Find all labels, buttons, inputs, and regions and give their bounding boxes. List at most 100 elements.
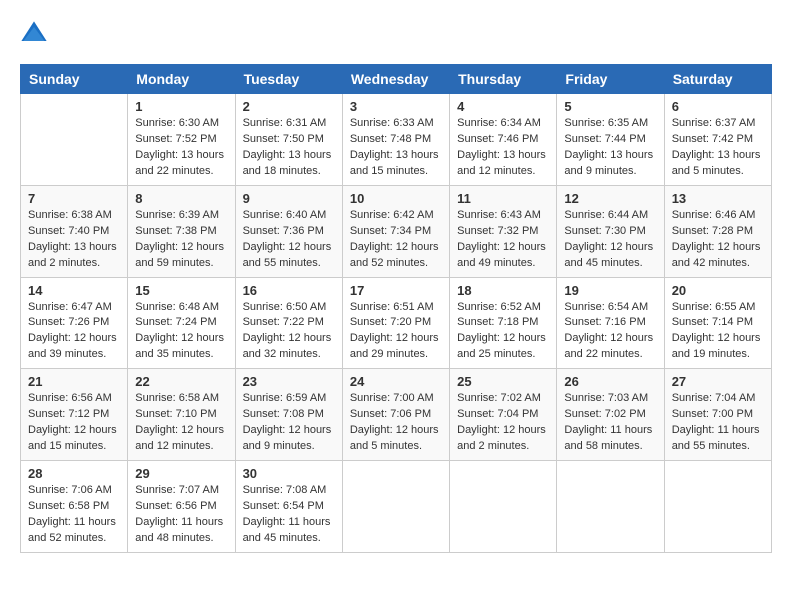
calendar-cell: 12Sunrise: 6:44 AM Sunset: 7:30 PM Dayli…: [557, 185, 664, 277]
day-info: Sunrise: 6:38 AM Sunset: 7:40 PM Dayligh…: [28, 208, 120, 272]
day-info: Sunrise: 6:33 AM Sunset: 7:48 PM Dayligh…: [350, 116, 442, 180]
week-row-1: 7Sunrise: 6:38 AM Sunset: 7:40 PM Daylig…: [21, 185, 772, 277]
week-row-2: 14 Sunrise: 6:47 AM Sunset: 7:26 PM Dayli…: [21, 277, 772, 369]
calendar-cell: 2Sunrise: 6:31 AM Sunset: 7:50 PM Daylig…: [235, 94, 342, 186]
calendar-cell: 17 Sunrise: 6:51 AM Sunset: 7:20 PM Dayli…: [342, 277, 449, 369]
day-info: Sunrise: 7:06 AM Sunset: 6:58 PM Dayligh…: [28, 483, 120, 547]
calendar-cell: [450, 461, 557, 553]
calendar-cell: [21, 94, 128, 186]
day-number: 10: [350, 191, 442, 206]
week-row-3: 21Sunrise: 6:56 AM Sunset: 7:12 PM Dayli…: [21, 369, 772, 461]
day-number: 24: [350, 374, 442, 389]
calendar-cell: 20 Sunrise: 6:55 AM Sunset: 7:14 PM Dayli…: [664, 277, 771, 369]
day-info: Sunrise: 6:30 AM Sunset: 7:52 PM Dayligh…: [135, 116, 227, 180]
calendar-cell: 29 Sunrise: 7:07 AM Sunset: 6:56 PM Dayli…: [128, 461, 235, 553]
day-info: Sunrise: 6:43 AM Sunset: 7:32 PM Dayligh…: [457, 208, 549, 272]
day-info: Sunrise: 6:54 AM Sunset: 7:16 PM Dayligh…: [564, 300, 656, 364]
calendar-cell: 1 Sunrise: 6:30 AM Sunset: 7:52 PM Daylig…: [128, 94, 235, 186]
day-number: 1: [135, 99, 227, 114]
calendar-cell: 18 Sunrise: 6:52 AM Sunset: 7:18 PM Dayli…: [450, 277, 557, 369]
calendar-cell: 10 Sunrise: 6:42 AM Sunset: 7:34 PM Dayli…: [342, 185, 449, 277]
day-number: 8: [135, 191, 227, 206]
day-info: Sunrise: 6:34 AM Sunset: 7:46 PM Dayligh…: [457, 116, 549, 180]
day-info: Sunrise: 6:48 AM Sunset: 7:24 PM Dayligh…: [135, 300, 227, 364]
day-number: 17: [350, 283, 442, 298]
calendar-cell: 15 Sunrise: 6:48 AM Sunset: 7:24 PM Dayli…: [128, 277, 235, 369]
day-number: 18: [457, 283, 549, 298]
calendar-cell: 13Sunrise: 6:46 AM Sunset: 7:28 PM Dayli…: [664, 185, 771, 277]
calendar-cell: 22 Sunrise: 6:58 AM Sunset: 7:10 PM Dayli…: [128, 369, 235, 461]
day-number: 19: [564, 283, 656, 298]
day-info: Sunrise: 6:50 AM Sunset: 7:22 PM Dayligh…: [243, 300, 335, 364]
day-number: 22: [135, 374, 227, 389]
calendar-cell: [664, 461, 771, 553]
calendar-cell: 30 Sunrise: 7:08 AM Sunset: 6:54 PM Dayli…: [235, 461, 342, 553]
calendar-cell: 23 Sunrise: 6:59 AM Sunset: 7:08 PM Dayli…: [235, 369, 342, 461]
week-row-0: 1 Sunrise: 6:30 AM Sunset: 7:52 PM Daylig…: [21, 94, 772, 186]
calendar-cell: [557, 461, 664, 553]
day-number: 29: [135, 466, 227, 481]
day-number: 16: [243, 283, 335, 298]
day-info: Sunrise: 6:47 AM Sunset: 7:26 PM Dayligh…: [28, 300, 120, 364]
day-info: Sunrise: 7:07 AM Sunset: 6:56 PM Dayligh…: [135, 483, 227, 547]
day-number: 23: [243, 374, 335, 389]
logo: [20, 20, 52, 48]
day-number: 9: [243, 191, 335, 206]
day-info: Sunrise: 7:00 AM Sunset: 7:06 PM Dayligh…: [350, 391, 442, 455]
day-info: Sunrise: 7:03 AM Sunset: 7:02 PM Dayligh…: [564, 391, 656, 455]
calendar-cell: 21Sunrise: 6:56 AM Sunset: 7:12 PM Dayli…: [21, 369, 128, 461]
calendar-cell: 5Sunrise: 6:35 AM Sunset: 7:44 PM Daylig…: [557, 94, 664, 186]
calendar-cell: 26 Sunrise: 7:03 AM Sunset: 7:02 PM Dayli…: [557, 369, 664, 461]
day-info: Sunrise: 6:52 AM Sunset: 7:18 PM Dayligh…: [457, 300, 549, 364]
day-number: 3: [350, 99, 442, 114]
day-number: 4: [457, 99, 549, 114]
calendar-cell: 8 Sunrise: 6:39 AM Sunset: 7:38 PM Daylig…: [128, 185, 235, 277]
week-row-4: 28 Sunrise: 7:06 AM Sunset: 6:58 PM Dayli…: [21, 461, 772, 553]
header-day-thursday: Thursday: [450, 65, 557, 94]
header-day-saturday: Saturday: [664, 65, 771, 94]
calendar-cell: 24 Sunrise: 7:00 AM Sunset: 7:06 PM Dayli…: [342, 369, 449, 461]
calendar-table: SundayMondayTuesdayWednesdayThursdayFrid…: [20, 64, 772, 553]
day-info: Sunrise: 6:35 AM Sunset: 7:44 PM Dayligh…: [564, 116, 656, 180]
day-info: Sunrise: 6:42 AM Sunset: 7:34 PM Dayligh…: [350, 208, 442, 272]
day-info: Sunrise: 6:58 AM Sunset: 7:10 PM Dayligh…: [135, 391, 227, 455]
calendar-cell: 14 Sunrise: 6:47 AM Sunset: 7:26 PM Dayli…: [21, 277, 128, 369]
calendar-cell: 11 Sunrise: 6:43 AM Sunset: 7:32 PM Dayli…: [450, 185, 557, 277]
day-info: Sunrise: 7:02 AM Sunset: 7:04 PM Dayligh…: [457, 391, 549, 455]
day-info: Sunrise: 6:40 AM Sunset: 7:36 PM Dayligh…: [243, 208, 335, 272]
day-info: Sunrise: 6:37 AM Sunset: 7:42 PM Dayligh…: [672, 116, 764, 180]
header-day-wednesday: Wednesday: [342, 65, 449, 94]
day-info: Sunrise: 6:46 AM Sunset: 7:28 PM Dayligh…: [672, 208, 764, 272]
calendar-cell: [342, 461, 449, 553]
day-info: Sunrise: 6:51 AM Sunset: 7:20 PM Dayligh…: [350, 300, 442, 364]
day-info: Sunrise: 6:55 AM Sunset: 7:14 PM Dayligh…: [672, 300, 764, 364]
calendar-cell: 3 Sunrise: 6:33 AM Sunset: 7:48 PM Daylig…: [342, 94, 449, 186]
calendar-header: SundayMondayTuesdayWednesdayThursdayFrid…: [21, 65, 772, 94]
header-day-monday: Monday: [128, 65, 235, 94]
day-number: 21: [28, 374, 120, 389]
day-number: 14: [28, 283, 120, 298]
day-number: 15: [135, 283, 227, 298]
day-number: 20: [672, 283, 764, 298]
day-info: Sunrise: 6:39 AM Sunset: 7:38 PM Dayligh…: [135, 208, 227, 272]
calendar-cell: 27 Sunrise: 7:04 AM Sunset: 7:00 PM Dayli…: [664, 369, 771, 461]
calendar-cell: 25 Sunrise: 7:02 AM Sunset: 7:04 PM Dayli…: [450, 369, 557, 461]
day-number: 30: [243, 466, 335, 481]
day-number: 26: [564, 374, 656, 389]
day-number: 27: [672, 374, 764, 389]
day-number: 25: [457, 374, 549, 389]
day-number: 11: [457, 191, 549, 206]
day-info: Sunrise: 6:44 AM Sunset: 7:30 PM Dayligh…: [564, 208, 656, 272]
day-info: Sunrise: 7:04 AM Sunset: 7:00 PM Dayligh…: [672, 391, 764, 455]
day-info: Sunrise: 7:08 AM Sunset: 6:54 PM Dayligh…: [243, 483, 335, 547]
header-day-sunday: Sunday: [21, 65, 128, 94]
day-number: 2: [243, 99, 335, 114]
calendar-body: 1 Sunrise: 6:30 AM Sunset: 7:52 PM Daylig…: [21, 94, 772, 553]
day-info: Sunrise: 6:59 AM Sunset: 7:08 PM Dayligh…: [243, 391, 335, 455]
calendar-cell: 19 Sunrise: 6:54 AM Sunset: 7:16 PM Dayli…: [557, 277, 664, 369]
header-day-tuesday: Tuesday: [235, 65, 342, 94]
calendar-cell: 28 Sunrise: 7:06 AM Sunset: 6:58 PM Dayli…: [21, 461, 128, 553]
calendar-cell: 7Sunrise: 6:38 AM Sunset: 7:40 PM Daylig…: [21, 185, 128, 277]
day-number: 28: [28, 466, 120, 481]
page-header: [20, 20, 772, 48]
